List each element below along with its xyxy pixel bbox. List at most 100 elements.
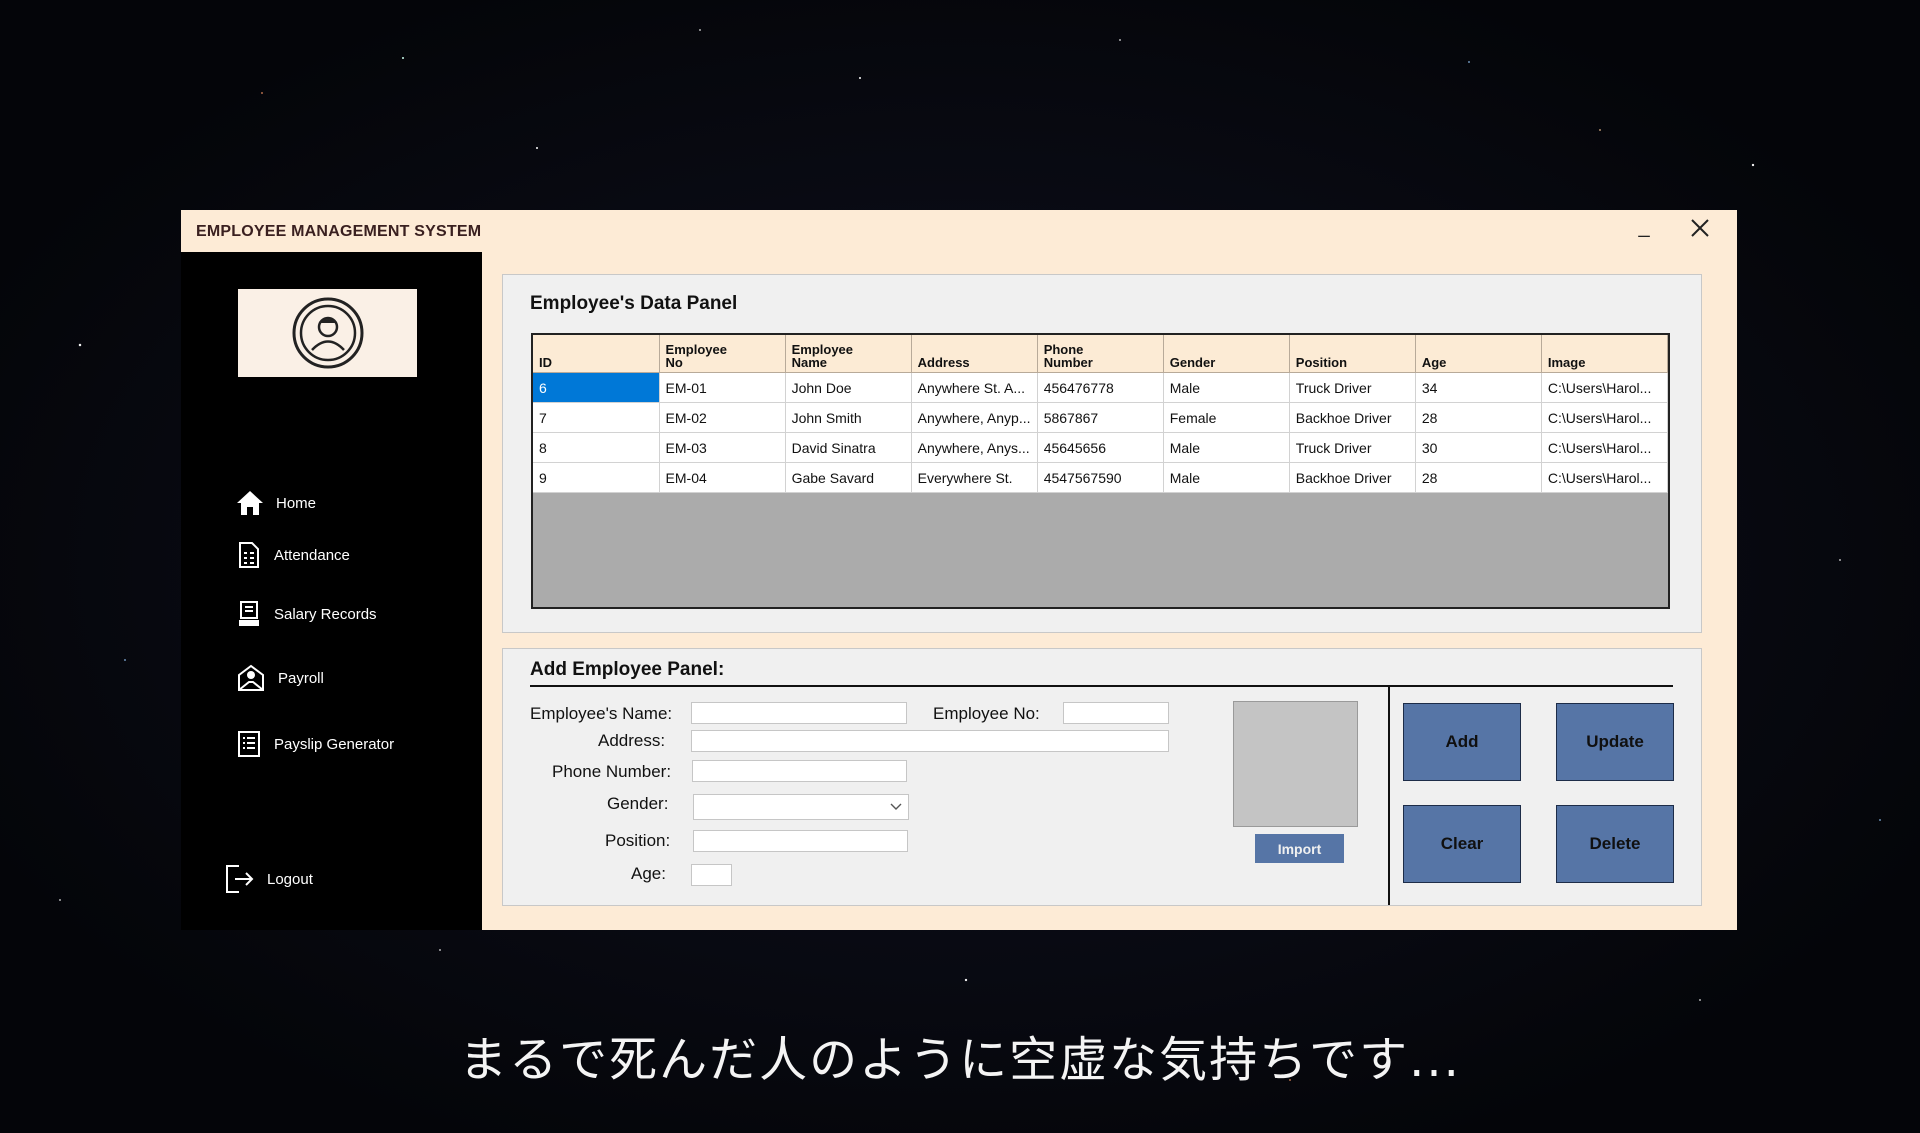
table-row[interactable]: 7 EM-02 John Smith Anywhere, Anyp... 5867867… <box>533 402 1668 433</box>
table-cell[interactable]: Male <box>1163 372 1290 403</box>
employee-table[interactable]: ID Employee No Employee Name Address Phone Numb… <box>531 333 1670 609</box>
sidebar: Home Attendance Salary Records Payroll P… <box>181 252 482 930</box>
table-row[interactable]: 6 EM-01 John Doe Anywhere St. A... 456476778… <box>533 372 1668 403</box>
table-cell[interactable]: EM-04 <box>659 462 786 493</box>
table-row[interactable]: 8 EM-03 David Sinatra Anywhere, Anys... 4564… <box>533 432 1668 463</box>
column-header[interactable]: Phone Number <box>1037 335 1164 373</box>
employee-data-panel: Employee's Data Panel ID Employee No Employ… <box>502 274 1702 633</box>
sidebar-item-payslip-generator[interactable]: Payslip Generator <box>236 727 394 761</box>
column-header[interactable]: ID <box>533 335 660 373</box>
table-cell[interactable]: Female <box>1163 402 1290 433</box>
sidebar-item-label: Attendance <box>274 546 350 564</box>
employee-name-label: Employee's Name: <box>530 704 673 723</box>
table-cell[interactable]: Male <box>1163 432 1290 463</box>
sidebar-item-label: Payroll <box>278 669 324 687</box>
phone-number-label: Phone Number: <box>552 762 672 781</box>
minimize-button[interactable]: _ <box>1629 214 1659 240</box>
employee-photo-preview <box>1233 701 1358 827</box>
column-header-label: Number <box>1043 355 1093 370</box>
app-logo <box>238 289 417 377</box>
table-cell[interactable]: C:\Users\Harol... <box>1541 402 1668 433</box>
sidebar-item-attendance[interactable]: Attendance <box>236 538 350 572</box>
table-cell[interactable]: Male <box>1163 462 1290 493</box>
column-header-label: ID <box>539 355 552 370</box>
column-header-label: Age <box>1421 355 1447 370</box>
add-employee-panel: Add Employee Panel: Employee's Name: Emp… <box>502 648 1702 906</box>
table-cell[interactable]: 4547567590 <box>1037 462 1164 493</box>
table-cell[interactable]: 6 <box>533 372 660 403</box>
column-header-label: No <box>665 355 683 370</box>
address-field[interactable] <box>691 730 1169 752</box>
table-cell[interactable]: Backhoe Driver <box>1289 462 1416 493</box>
column-header[interactable]: Gender <box>1163 335 1290 373</box>
payroll-icon <box>238 664 264 691</box>
table-cell[interactable]: David Sinatra <box>785 432 912 463</box>
table-cell[interactable]: Anywhere, Anys... <box>911 432 1038 463</box>
data-panel-title: Employee's Data Panel <box>530 293 738 314</box>
table-cell[interactable]: John Smith <box>785 402 912 433</box>
salary-records-icon <box>239 601 259 626</box>
gender-label: Gender: <box>607 794 669 813</box>
table-cell[interactable]: 34 <box>1415 372 1542 403</box>
import-button[interactable]: Import <box>1255 834 1344 863</box>
table-row[interactable]: 9 EM-04 Gabe Savard Everywhere St. 454756759… <box>533 462 1668 493</box>
phone-number-field[interactable] <box>692 760 907 782</box>
table-cell[interactable]: John Doe <box>785 372 912 403</box>
table-cell[interactable]: Backhoe Driver <box>1289 402 1416 433</box>
table-cell[interactable]: C:\Users\Harol... <box>1541 462 1668 493</box>
logout-label: Logout <box>267 870 313 888</box>
column-header-label: Position <box>1295 355 1348 370</box>
sidebar-item-home[interactable]: Home <box>236 486 316 520</box>
table-cell[interactable]: 28 <box>1415 402 1542 433</box>
position-field[interactable] <box>693 830 908 852</box>
table-cell[interactable]: 5867867 <box>1037 402 1164 433</box>
column-header[interactable]: Employee Name <box>785 335 912 373</box>
age-field[interactable] <box>691 864 732 886</box>
table-cell[interactable]: Anywhere, Anyp... <box>911 402 1038 433</box>
column-header[interactable]: Position <box>1289 335 1416 373</box>
app-title: EMPLOYEE MANAGEMENT SYSTEM <box>196 223 482 240</box>
logout-button[interactable]: Logout <box>225 862 313 896</box>
sidebar-item-label: Home <box>276 494 317 512</box>
table-cell[interactable]: Truck Driver <box>1289 372 1416 403</box>
sidebar-item-payroll[interactable]: Payroll <box>236 661 324 695</box>
add-button[interactable]: Add <box>1403 703 1521 781</box>
table-cell[interactable]: Gabe Savard <box>785 462 912 493</box>
logout-icon <box>226 865 254 893</box>
column-header[interactable]: Address <box>911 335 1038 373</box>
table-cell[interactable]: 456476778 <box>1037 372 1164 403</box>
update-button[interactable]: Update <box>1556 703 1674 781</box>
delete-button[interactable]: Delete <box>1556 805 1674 883</box>
sidebar-item-label: Salary Records <box>274 605 377 623</box>
close-icon[interactable] <box>1685 218 1715 244</box>
table-cell[interactable]: Everywhere St. <box>911 462 1038 493</box>
user-avatar-icon <box>292 297 363 369</box>
table-cell[interactable]: EM-02 <box>659 402 786 433</box>
table-cell[interactable]: C:\Users\Harol... <box>1541 372 1668 403</box>
table-cell[interactable]: 30 <box>1415 432 1542 463</box>
table-cell[interactable]: 7 <box>533 402 660 433</box>
table-cell[interactable]: EM-03 <box>659 432 786 463</box>
employee-name-field[interactable] <box>691 702 907 724</box>
gender-select[interactable] <box>693 794 909 820</box>
table-cell[interactable]: EM-01 <box>659 372 786 403</box>
column-header-label: Image <box>1547 355 1586 370</box>
table-cell[interactable]: Truck Driver <box>1289 432 1416 463</box>
table-cell[interactable]: 8 <box>533 432 660 463</box>
column-header[interactable]: Age <box>1415 335 1542 373</box>
table-cell[interactable]: 28 <box>1415 462 1542 493</box>
video-subtitle: まるで死んだ人のように空虚な気持ちです... <box>459 1032 1461 1088</box>
panel-divider-vertical <box>1388 685 1390 905</box>
column-header[interactable]: Employee No <box>659 335 786 373</box>
sidebar-item-salary-records[interactable]: Salary Records <box>236 597 377 631</box>
title-bar: EMPLOYEE MANAGEMENT SYSTEM _ <box>181 210 1737 252</box>
column-header[interactable]: Image <box>1541 335 1668 373</box>
table-cell[interactable]: 45645656 <box>1037 432 1164 463</box>
table-cell[interactable]: Anywhere St. A... <box>911 372 1038 403</box>
table-cell[interactable]: C:\Users\Harol... <box>1541 432 1668 463</box>
clear-button[interactable]: Clear <box>1403 805 1521 883</box>
table-cell[interactable]: 9 <box>533 462 660 493</box>
table-header-row: ID Employee No Employee Name Address Phone Numb… <box>533 335 1668 373</box>
employee-no-field[interactable] <box>1063 702 1169 724</box>
home-icon <box>237 491 263 515</box>
